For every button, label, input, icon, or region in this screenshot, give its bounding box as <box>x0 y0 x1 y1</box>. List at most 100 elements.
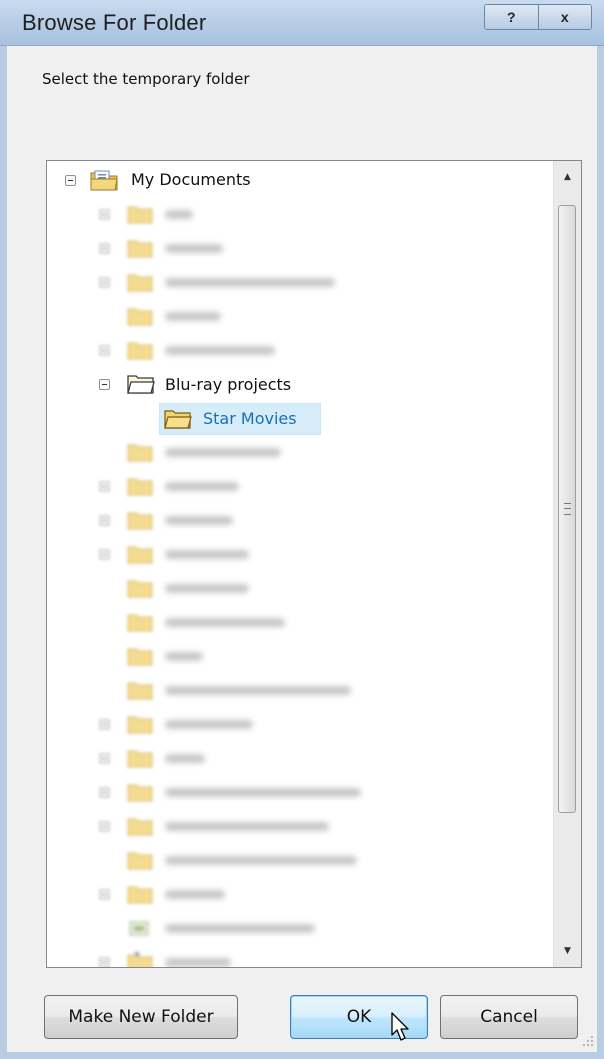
collapse-toggle[interactable] <box>99 379 110 390</box>
tree-item[interactable] <box>47 505 347 535</box>
data-sources-icon <box>129 921 149 936</box>
tree-item-label-blurred <box>165 482 239 491</box>
tree-item[interactable] <box>47 913 367 943</box>
tree-item-label-blurred <box>165 550 249 559</box>
scroll-thumb[interactable] <box>558 205 576 813</box>
expand-toggle[interactable] <box>99 719 110 730</box>
tree-item-label-blurred <box>165 448 281 457</box>
expand-toggle[interactable] <box>99 345 110 356</box>
tree-item[interactable] <box>47 335 347 365</box>
folder-icon <box>127 648 153 666</box>
tree-item-label-blurred <box>165 516 233 525</box>
tree-item[interactable] <box>47 607 347 637</box>
scroll-up-arrow[interactable]: ▲ <box>554 163 581 191</box>
tree-item-label-blurred <box>165 346 275 355</box>
expand-toggle[interactable] <box>99 243 110 254</box>
tree-item-label: Star Movies <box>203 409 297 428</box>
tree-item-my-documents[interactable]: My Documents <box>47 165 447 195</box>
folder-icon <box>127 614 153 632</box>
vertical-scrollbar[interactable]: ▲ ▼ <box>553 161 581 967</box>
tree-item-label-blurred <box>165 856 357 865</box>
folder-icon <box>127 886 153 904</box>
dialog-prompt: Select the temporary folder <box>42 70 250 88</box>
tree-item[interactable] <box>47 675 407 705</box>
expand-toggle[interactable] <box>99 277 110 288</box>
tree-item-label-blurred <box>165 584 249 593</box>
grip-icon <box>564 503 571 515</box>
tree-item[interactable] <box>47 539 347 569</box>
tree-item-label-blurred <box>165 890 225 899</box>
folder-icon <box>127 852 153 870</box>
folder-icon <box>127 308 153 326</box>
tree-item-label-blurred <box>165 686 351 695</box>
scroll-down-arrow[interactable]: ▼ <box>554 937 581 965</box>
tree-item[interactable] <box>47 947 347 967</box>
tree-item[interactable] <box>47 709 347 739</box>
open-folder-icon <box>127 375 155 394</box>
window-title: Browse For Folder <box>22 10 207 35</box>
collapse-toggle[interactable] <box>65 175 76 186</box>
tree-item[interactable] <box>47 641 347 671</box>
tree-item-label: My Documents <box>131 170 251 189</box>
tree-item[interactable] <box>47 233 347 263</box>
tree-item-label-blurred <box>165 924 315 933</box>
tree-item-blu-ray-projects[interactable]: Blu-ray projects <box>47 369 387 399</box>
tree-item-label-blurred <box>165 754 205 763</box>
folder-icon <box>127 750 153 768</box>
tree-item-star-movies[interactable]: Star Movies <box>47 403 347 435</box>
tree-item[interactable] <box>47 743 347 773</box>
title-bar[interactable]: Browse For Folder ? x <box>0 0 604 46</box>
tree-item[interactable] <box>47 573 347 603</box>
folder-icon <box>127 682 153 700</box>
folder-icon <box>127 444 153 462</box>
folder-icon <box>127 716 153 734</box>
help-button[interactable]: ? <box>485 5 538 29</box>
tree-item-label-blurred <box>165 210 193 219</box>
folder-tree[interactable]: My Documents Blu-ray projects Star Movie… <box>46 160 582 968</box>
title-bar-buttons: ? x <box>484 4 592 30</box>
tree-item-label-blurred <box>165 720 253 729</box>
expand-toggle[interactable] <box>99 787 110 798</box>
folder-icon <box>127 512 153 530</box>
expand-toggle[interactable] <box>99 515 110 526</box>
close-button[interactable]: x <box>537 5 591 29</box>
music-folder-icon <box>127 952 153 967</box>
tree-item-label-blurred <box>165 312 221 321</box>
tree-item[interactable] <box>47 879 347 909</box>
make-new-folder-button[interactable]: Make New Folder <box>44 995 238 1039</box>
expand-toggle[interactable] <box>99 753 110 764</box>
tree-item[interactable] <box>47 199 347 229</box>
expand-toggle[interactable] <box>99 957 110 967</box>
tree-item-label-blurred <box>165 278 335 287</box>
tree-item-label-blurred <box>165 788 361 797</box>
tree-item-label: Blu-ray projects <box>165 375 292 394</box>
tree-item[interactable] <box>47 437 347 467</box>
expand-toggle[interactable] <box>99 549 110 560</box>
tree-item-label-blurred <box>165 244 223 253</box>
expand-toggle[interactable] <box>99 889 110 900</box>
folder-icon <box>127 274 153 292</box>
tree-item-label-blurred <box>165 822 329 831</box>
documents-folder-icon <box>90 170 118 191</box>
resize-grip-icon[interactable] <box>580 1033 594 1047</box>
tree-item[interactable] <box>47 777 407 807</box>
tree-item[interactable] <box>47 811 407 841</box>
tree-item[interactable] <box>47 267 387 297</box>
expand-toggle[interactable] <box>99 209 110 220</box>
tree-item-label-blurred <box>165 652 203 661</box>
expand-toggle[interactable] <box>99 821 110 832</box>
folder-icon <box>127 478 153 496</box>
tree-item[interactable] <box>47 471 347 501</box>
tree-item[interactable] <box>47 301 347 331</box>
cancel-button[interactable]: Cancel <box>440 995 578 1039</box>
tree-item-label-blurred <box>165 958 231 967</box>
mouse-cursor-icon <box>391 1012 409 1041</box>
folder-icon <box>127 784 153 802</box>
folder-icon <box>127 546 153 564</box>
expand-toggle[interactable] <box>99 481 110 492</box>
folder-icon <box>127 580 153 598</box>
open-folder-icon <box>164 410 192 429</box>
folder-icon <box>127 818 153 836</box>
tree-item[interactable] <box>47 845 407 875</box>
tree-item-label-blurred <box>165 618 285 627</box>
